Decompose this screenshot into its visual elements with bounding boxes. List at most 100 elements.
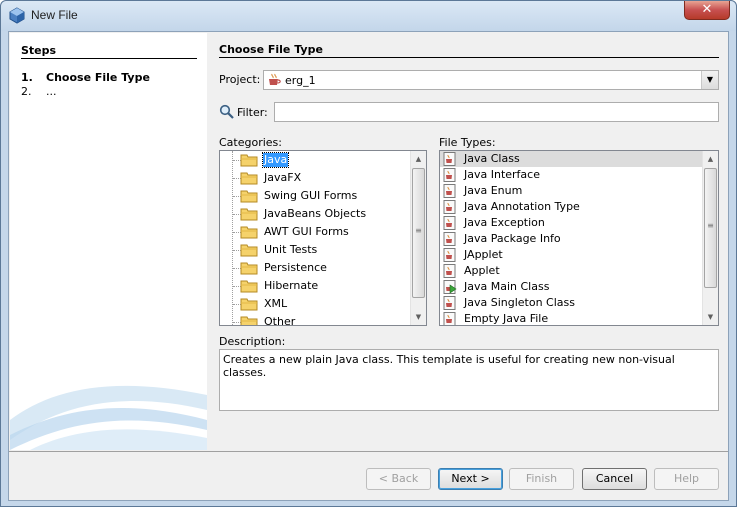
search-icon: [219, 104, 234, 119]
step-item: 1. Choose File Type: [21, 71, 150, 84]
tree-item-unit-tests[interactable]: Unit Tests: [220, 242, 426, 258]
finish-button[interactable]: Finish: [509, 468, 574, 490]
close-button[interactable]: ✕: [684, 1, 730, 20]
tree-item-label: JavaFX: [264, 171, 302, 184]
steps-title: Steps: [21, 44, 57, 57]
list-item-label: Java Annotation Type: [464, 200, 580, 213]
filter-label: Filter:: [237, 106, 268, 119]
close-icon: ✕: [701, 2, 713, 17]
tree-item-swing-gui-forms[interactable]: Swing GUI Forms: [220, 188, 426, 204]
java-class-icon: [443, 216, 456, 230]
scroll-down-icon[interactable]: ▼: [411, 309, 426, 325]
list-item-java-exception[interactable]: Java Exception: [440, 215, 718, 231]
list-item-label: Java Interface: [464, 168, 540, 181]
tree-item-label: Swing GUI Forms: [264, 189, 358, 202]
chevron-down-icon[interactable]: ▼: [701, 71, 718, 89]
java-class-icon: [443, 248, 456, 262]
dialog-body: Steps 1. Choose File Type 2.... Choose Fi…: [8, 31, 729, 501]
list-item-java-interface[interactable]: Java Interface: [440, 167, 718, 183]
filter-input[interactable]: [274, 102, 719, 122]
tree-item-java[interactable]: Java: [220, 152, 426, 168]
tree-item-javafx[interactable]: JavaFX: [220, 170, 426, 186]
java-class-icon: [443, 296, 456, 310]
file-types-label: File Types:: [439, 136, 496, 149]
next-button[interactable]: Next >: [438, 468, 503, 490]
project-value: erg_1: [285, 74, 316, 87]
tree-item-label: Java: [261, 152, 290, 168]
file-types-list[interactable]: Java Class Java Interface Java Enum Java…: [439, 150, 719, 326]
java-class-icon: [443, 200, 456, 214]
tree-item-xml[interactable]: XML: [220, 296, 426, 312]
list-item-java-enum[interactable]: Java Enum: [440, 183, 718, 199]
cancel-button[interactable]: Cancel: [582, 468, 647, 490]
list-item-java-annotation-type[interactable]: Java Annotation Type: [440, 199, 718, 215]
project-dropdown[interactable]: erg_1 ▼: [263, 70, 719, 90]
scroll-down-icon[interactable]: ▼: [703, 309, 718, 325]
tree-item-persistence[interactable]: Persistence: [220, 260, 426, 276]
folder-icon: [240, 244, 258, 257]
main-content: Choose File Type Project: erg_1 ▼ Filter…: [219, 32, 724, 452]
section-divider: [219, 57, 719, 58]
scroll-up-icon[interactable]: ▲: [703, 151, 718, 167]
step-item: 2....: [21, 85, 57, 98]
scroll-up-icon[interactable]: ▲: [411, 151, 426, 167]
list-item-label: JApplet: [464, 248, 503, 261]
java-class-icon: [443, 152, 456, 166]
list-item-label: Java Class: [464, 152, 520, 165]
list-item-label: Empty Java File: [464, 312, 549, 325]
list-item-label: Applet: [464, 264, 500, 277]
list-item-japplet[interactable]: JApplet: [440, 247, 718, 263]
list-item-label: Java Singleton Class: [464, 296, 575, 309]
step-label: Choose File Type: [46, 71, 150, 84]
tree-item-javabeans-objects[interactable]: JavaBeans Objects: [220, 206, 426, 222]
window-title: New File: [31, 8, 78, 22]
step-number: 1.: [21, 71, 33, 84]
folder-icon: [240, 172, 258, 185]
folder-icon: [240, 262, 258, 275]
list-item-java-class[interactable]: Java Class: [440, 151, 718, 167]
folder-icon: [240, 316, 258, 325]
folder-icon: [240, 226, 258, 239]
list-item-label: Java Exception: [464, 216, 545, 229]
title-bar[interactable]: New File ✕: [1, 1, 736, 31]
tree-item-label: Other: [264, 315, 296, 326]
button-bar-divider: [9, 451, 728, 452]
list-item-java-singleton-class[interactable]: Java Singleton Class: [440, 295, 718, 311]
back-button[interactable]: < Back: [366, 468, 431, 490]
tree-item-hibernate[interactable]: Hibernate: [220, 278, 426, 294]
java-class-icon: [443, 232, 456, 246]
tree-item-other[interactable]: Other: [220, 314, 426, 326]
project-label: Project:: [219, 73, 261, 86]
java-main-class-icon: [443, 280, 457, 294]
list-item-label: Java Enum: [464, 184, 523, 197]
list-item-label: Java Main Class: [464, 280, 550, 293]
categories-tree[interactable]: Java JavaFX Swing GUI Forms JavaBeans Ob…: [219, 150, 427, 326]
tree-item-label: AWT GUI Forms: [264, 225, 349, 238]
section-title: Choose File Type: [219, 43, 323, 56]
steps-panel: Steps 1. Choose File Type 2....: [10, 33, 207, 450]
step-label: ...: [46, 85, 57, 98]
help-button[interactable]: Help: [654, 468, 719, 490]
java-class-icon: [443, 184, 456, 198]
description-label: Description:: [219, 335, 286, 348]
folder-icon: [240, 154, 258, 167]
categories-label: Categories:: [219, 136, 282, 149]
tree-item-label: XML: [264, 297, 288, 310]
list-item-applet[interactable]: Applet: [440, 263, 718, 279]
java-class-icon: [443, 312, 456, 325]
file-types-scrollbar[interactable]: ▲ ≡ ▼: [702, 151, 718, 325]
step-number: 2.: [21, 85, 32, 98]
description-text: Creates a new plain Java class. This tem…: [219, 349, 719, 411]
list-item-label: Java Package Info: [464, 232, 561, 245]
tree-item-awt-gui-forms[interactable]: AWT GUI Forms: [220, 224, 426, 240]
scrollbar-thumb[interactable]: ≡: [412, 168, 425, 298]
list-item-java-main-class[interactable]: Java Main Class: [440, 279, 718, 295]
new-file-dialog: New File ✕ Steps 1. Choose File Type 2...…: [0, 0, 737, 507]
tree-item-label: JavaBeans Objects: [264, 207, 367, 220]
list-item-empty-java-file[interactable]: Empty Java File: [440, 311, 718, 325]
scrollbar-thumb[interactable]: ≡: [704, 168, 717, 288]
folder-icon: [240, 298, 258, 311]
decorative-swoosh-graphic: [10, 385, 207, 450]
categories-scrollbar[interactable]: ▲ ≡ ▼: [410, 151, 426, 325]
list-item-java-package-info[interactable]: Java Package Info: [440, 231, 718, 247]
